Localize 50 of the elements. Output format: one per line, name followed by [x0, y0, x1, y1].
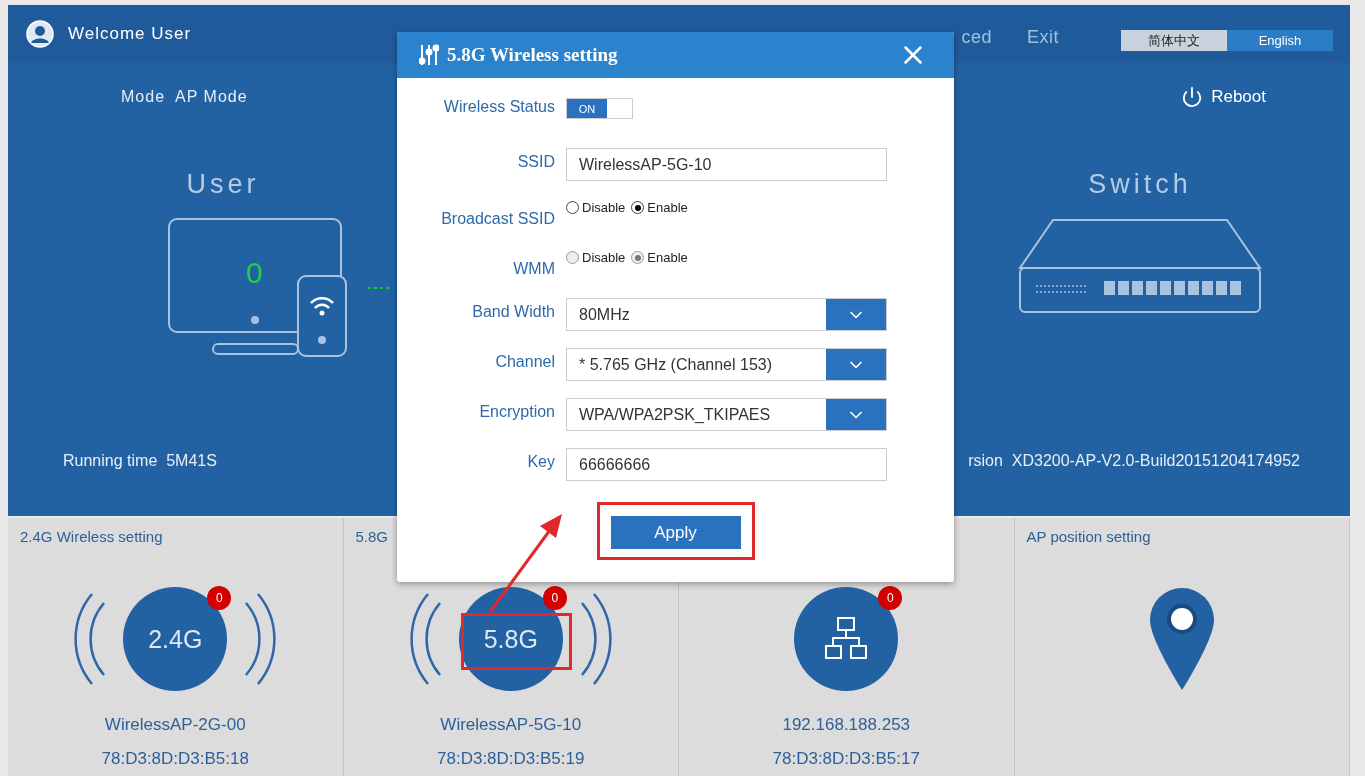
- switch-title: Switch: [1088, 168, 1192, 200]
- version-text: rsion XD3200-AP-V2.0-Build20151204174952: [968, 452, 1300, 470]
- field-label: WMM: [512, 259, 555, 278]
- field-label: Encryption: [478, 402, 555, 421]
- card-title: AP position setting: [1026, 528, 1151, 547]
- apply-button[interactable]: Apply: [610, 516, 741, 549]
- reboot-button[interactable]: Reboot: [1175, 84, 1272, 109]
- card-title: 5.8G: [355, 528, 389, 547]
- status-toggle[interactable]: ON: [566, 98, 633, 119]
- dropdown[interactable]: 80MHz: [566, 298, 887, 331]
- nav-link[interactable]: ced: [961, 27, 992, 48]
- radio-option[interactable]: Disable: [566, 200, 626, 215]
- card-name: WirelessAP-5G-10: [440, 714, 582, 736]
- count-badge: 0: [878, 586, 903, 610]
- sliders-icon: [419, 44, 439, 66]
- dialog-title: 5.8G Wireless setting: [447, 44, 619, 66]
- field-label: SSID: [516, 152, 555, 171]
- input-field[interactable]: WirelessAP-5G-10: [566, 148, 887, 181]
- field-label: Broadcast SSID: [440, 209, 555, 228]
- band-button[interactable]: 2.4G 0: [123, 587, 228, 691]
- user-avatar-icon: [26, 19, 54, 48]
- mac-address: 78:D3:8D:D3:B5:18: [101, 748, 249, 770]
- card-name: 192.168.188.253: [782, 714, 911, 736]
- language-button[interactable]: English: [1227, 30, 1333, 51]
- card-title: 2.4G Wireless setting: [20, 528, 163, 547]
- field-label: Key: [526, 452, 555, 471]
- mac-address: 78:D3:8D:D3:B5:19: [437, 748, 585, 770]
- field-label: Band Width: [471, 302, 555, 321]
- input-field[interactable]: 66666666: [566, 448, 887, 481]
- dropdown[interactable]: WPA/WPA2PSK_TKIPAES: [566, 398, 887, 431]
- power-icon: [1181, 85, 1204, 108]
- user-count: 0: [246, 255, 263, 290]
- running-time-text: Running time 5M41S: [63, 452, 217, 470]
- card-name: WirelessAP-2G-00: [104, 714, 246, 736]
- network-button[interactable]: 0: [794, 587, 899, 691]
- mac-address: 78:D3:8D:D3:B5:17: [772, 748, 920, 770]
- welcome-text: Welcome User: [68, 23, 192, 44]
- location-pin-icon[interactable]: [1147, 586, 1216, 692]
- language-button[interactable]: 简体中文: [1121, 30, 1227, 51]
- count-badge: 0: [542, 586, 567, 610]
- connection-line: [368, 286, 392, 289]
- user-title: User: [186, 168, 260, 200]
- dropdown[interactable]: * 5.765 GHz (Channel 153): [566, 348, 887, 381]
- field-label: Wireless Status: [442, 98, 555, 116]
- nav-link[interactable]: Exit: [1027, 27, 1059, 48]
- count-badge: 0: [207, 586, 232, 610]
- network-icon: [823, 616, 870, 662]
- radio-option[interactable]: Enable: [631, 200, 688, 215]
- mode-text: Mode AP Mode: [121, 87, 248, 106]
- field-label: Channel: [494, 352, 555, 371]
